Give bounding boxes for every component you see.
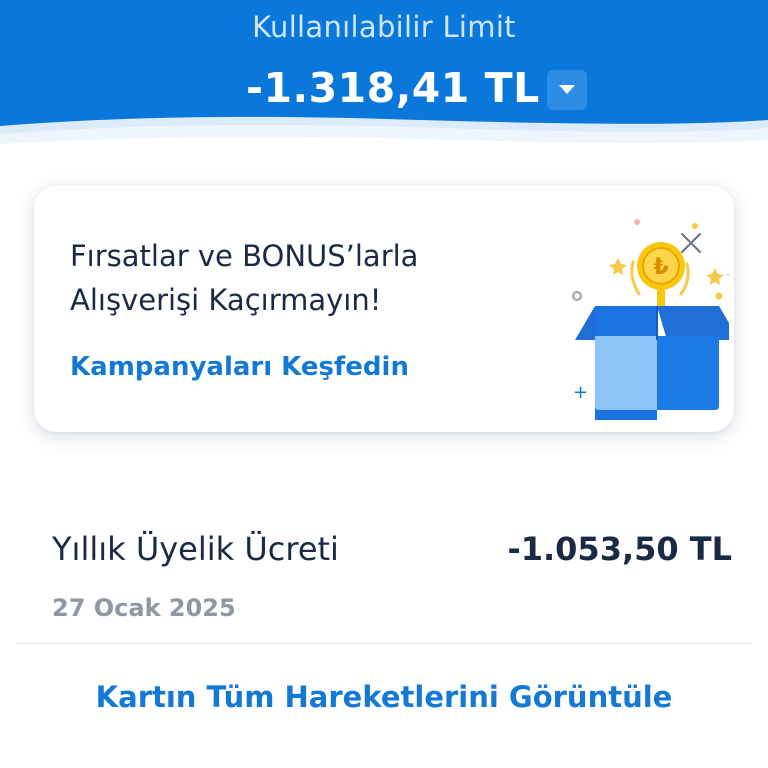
header-wave [0, 116, 768, 165]
transaction-date: 27 Ocak 2025 [52, 594, 236, 622]
promo-title: Fırsatlar ve BONUS’larla Alışverişi Kaçı… [70, 234, 500, 322]
limit-row: -1.318,41 TL [0, 62, 768, 114]
limit-dropdown-button[interactable] [547, 70, 587, 110]
transaction-row[interactable]: Yıllık Üyelik Ücreti -1.053,50 TL 27 Oca… [16, 512, 752, 644]
promo-title-line1: Fırsatlar ve BONUS’larla [70, 239, 419, 273]
svg-text:+: + [725, 265, 729, 284]
transaction-amount: -1.053,50 TL [507, 530, 732, 568]
promo-title-line2: Alışverişi Kaçırmayın! [70, 283, 382, 317]
coin-symbol: ₺ [653, 255, 668, 280]
available-limit-amount: -1.318,41 TL [246, 64, 540, 112]
svg-text:+: + [573, 382, 588, 403]
limit-title: Kullanılabilir Limit [252, 10, 516, 44]
close-icon [681, 233, 701, 253]
explore-campaigns-link[interactable]: Kampanyaları Keşfedin [70, 352, 409, 382]
transaction-name: Yıllık Üyelik Ücreti [52, 530, 339, 568]
close-promo-button[interactable] [674, 226, 708, 260]
view-all-transactions-link[interactable]: Kartın Tüm Hareketlerini Görüntüle [0, 680, 768, 714]
campaign-promo-card[interactable]: Fırsatlar ve BONUS’larla Alışverişi Kaçı… [34, 186, 734, 432]
limit-header: Kullanılabilir Limit -1.318,41 TL [0, 0, 768, 165]
chevron-down-icon [559, 85, 575, 94]
